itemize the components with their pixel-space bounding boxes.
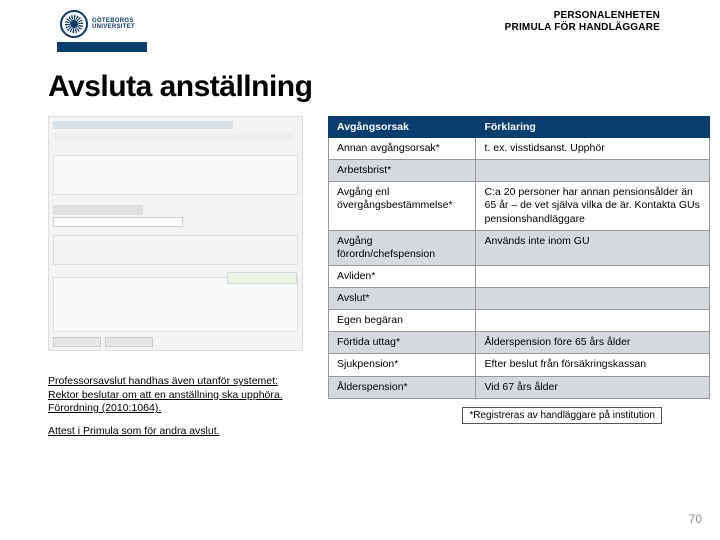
table-row: Sjukpension*Efter beslut från försäkring… bbox=[329, 354, 710, 376]
table-cell-reason: Avgång enl övergångsbestämmelse* bbox=[329, 182, 476, 230]
table-cell-reason: Arbetsbrist* bbox=[329, 160, 476, 182]
header-right: PERSONALENHETEN PRIMULA FÖR HANDLÄGGARE bbox=[505, 10, 660, 33]
notes: Professorsavslut handhas även utanför sy… bbox=[48, 375, 298, 439]
table-cell-explanation: Efter beslut från försäkringskassan bbox=[476, 354, 710, 376]
header-subtitle: PRIMULA FÖR HANDLÄGGARE bbox=[505, 22, 660, 34]
page-number: 70 bbox=[689, 512, 702, 526]
note-paragraph-1: Professorsavslut handhas även utanför sy… bbox=[48, 375, 298, 416]
right-column: Avgångsorsak Förklaring Annan avgångsors… bbox=[328, 116, 710, 448]
note-line-1: Professorsavslut handhas även utanför sy… bbox=[48, 375, 278, 387]
table-cell-explanation: Vid 67 års ålder bbox=[476, 376, 710, 398]
table-cell-explanation bbox=[476, 160, 710, 182]
table-cell-reason: Förtida uttag* bbox=[329, 332, 476, 354]
table-head-explanation: Förklaring bbox=[476, 117, 710, 138]
table-cell-reason: Avgång förordn/chefspension bbox=[329, 230, 476, 265]
main-content: Professorsavslut handhas även utanför sy… bbox=[0, 116, 720, 448]
form-screenshot bbox=[48, 116, 303, 351]
header: GÖTEBORGS UNIVERSITET PERSONALENHETEN PR… bbox=[0, 0, 720, 44]
footnote: *Registreras av handläggare på instituti… bbox=[462, 407, 662, 424]
note-line-4: Attest i Primula som för andra avslut. bbox=[48, 425, 220, 437]
table-cell-explanation bbox=[476, 288, 710, 310]
table-cell-explanation: Ålderspension före 65 års ålder bbox=[476, 332, 710, 354]
left-column: Professorsavslut handhas även utanför sy… bbox=[48, 116, 318, 448]
table-cell-reason: Egen begäran bbox=[329, 310, 476, 332]
table-cell-reason: Avslut* bbox=[329, 288, 476, 310]
table-row: Avgång förordn/chefspensionAnvänds inte … bbox=[329, 230, 710, 265]
table-row: Arbetsbrist* bbox=[329, 160, 710, 182]
table-row: Ålderspension*Vid 67 års ålder bbox=[329, 376, 710, 398]
table-cell-reason: Avliden* bbox=[329, 265, 476, 287]
table-row: Avgång enl övergångsbestämmelse*C:a 20 p… bbox=[329, 182, 710, 230]
table-cell-explanation: C:a 20 personer har annan pensionsålder … bbox=[476, 182, 710, 230]
table-cell-explanation bbox=[476, 265, 710, 287]
logo-text: GÖTEBORGS UNIVERSITET bbox=[92, 18, 135, 30]
table-cell-explanation: t. ex. visstidsanst. Upphör bbox=[476, 138, 710, 160]
table-row: Egen begäran bbox=[329, 310, 710, 332]
reason-table: Avgångsorsak Förklaring Annan avgångsors… bbox=[328, 116, 710, 399]
header-strip bbox=[57, 42, 147, 52]
page-title: Avsluta anställning bbox=[0, 52, 720, 116]
logo-seal-icon bbox=[60, 10, 88, 38]
org-name-line2: UNIVERSITET bbox=[92, 24, 135, 30]
table-cell-reason: Ålderspension* bbox=[329, 376, 476, 398]
table-row: Avliden* bbox=[329, 265, 710, 287]
header-dept: PERSONALENHETEN bbox=[505, 10, 660, 22]
table-row: Annan avgångsorsak*t. ex. visstidsanst. … bbox=[329, 138, 710, 160]
table-head-reason: Avgångsorsak bbox=[329, 117, 476, 138]
note-line-2: Rektor beslutar om att en anställning sk… bbox=[48, 389, 283, 401]
table-cell-reason: Annan avgångsorsak* bbox=[329, 138, 476, 160]
table-cell-explanation bbox=[476, 310, 710, 332]
table-row: Förtida uttag*Ålderspension före 65 års … bbox=[329, 332, 710, 354]
table-cell-reason: Sjukpension* bbox=[329, 354, 476, 376]
table-cell-explanation: Används inte inom GU bbox=[476, 230, 710, 265]
logo: GÖTEBORGS UNIVERSITET bbox=[60, 10, 135, 38]
table-row: Avslut* bbox=[329, 288, 710, 310]
note-line-3: Förordning (2010:1064). bbox=[48, 402, 161, 414]
